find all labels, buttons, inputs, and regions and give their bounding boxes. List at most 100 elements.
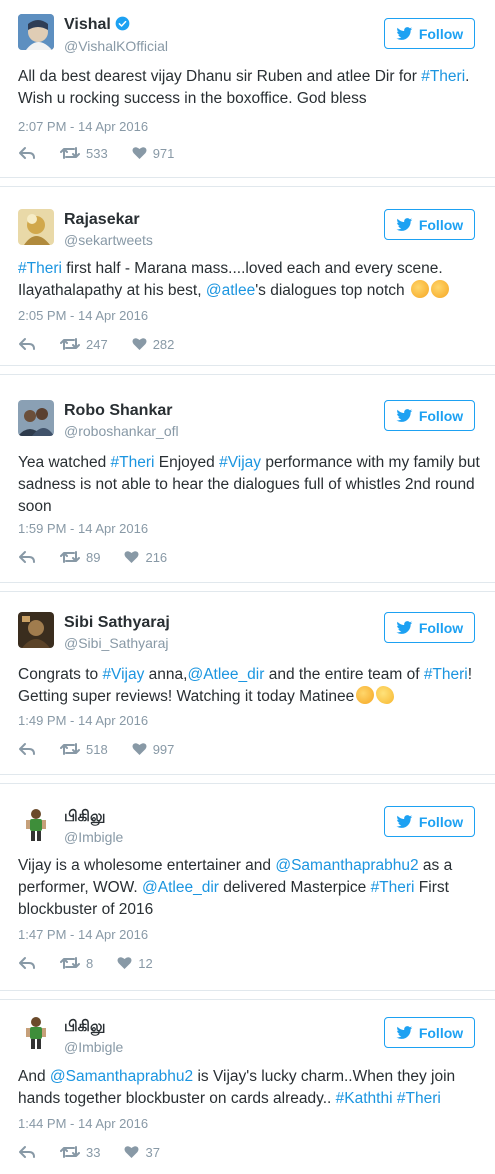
heart-icon bbox=[132, 147, 147, 159]
user-handle[interactable]: @sekartweets bbox=[64, 232, 153, 248]
tweet-divider bbox=[0, 365, 495, 375]
retweet-count: 533 bbox=[86, 145, 108, 161]
mention-link[interactable]: @Samanthaprabhu2 bbox=[275, 857, 418, 874]
user-handle[interactable]: @Sibi_Sathyaraj bbox=[64, 635, 169, 651]
user-handle[interactable]: @Imbigle bbox=[64, 829, 123, 845]
follow-button[interactable]: Follow bbox=[384, 209, 475, 240]
retweet-count: 247 bbox=[86, 336, 108, 352]
reply-button[interactable] bbox=[18, 146, 36, 160]
follow-button[interactable]: Follow bbox=[384, 1017, 475, 1048]
retweet-button[interactable]: 533 bbox=[60, 146, 108, 161]
mention-link[interactable]: @Atlee_dir bbox=[142, 879, 219, 896]
mention-link[interactable]: @atlee bbox=[206, 282, 255, 299]
avatar[interactable] bbox=[18, 14, 54, 50]
like-button[interactable]: 971 bbox=[132, 145, 175, 161]
smiling-face-emoji-icon bbox=[356, 686, 375, 704]
tweet-divider bbox=[0, 990, 495, 1000]
tweet-actions: 33 37 bbox=[18, 1142, 184, 1162]
hashtag-link[interactable]: #Theri bbox=[371, 879, 415, 896]
display-name[interactable]: பிகிலு bbox=[64, 808, 105, 827]
like-button[interactable]: 12 bbox=[117, 955, 153, 971]
retweet-button[interactable]: 8 bbox=[60, 956, 93, 971]
follow-label: Follow bbox=[418, 813, 464, 830]
tweet-timestamp[interactable]: 2:05 PM - 14 Apr 2016 bbox=[18, 308, 148, 323]
reply-button[interactable] bbox=[18, 550, 36, 564]
retweet-button[interactable]: 89 bbox=[60, 550, 100, 565]
twitter-bird-icon bbox=[396, 620, 413, 634]
retweet-icon bbox=[60, 551, 80, 563]
like-button[interactable]: 216 bbox=[124, 550, 167, 565]
hashtag-link[interactable]: #Theri bbox=[111, 454, 155, 471]
like-count: 12 bbox=[138, 955, 153, 971]
retweet-icon bbox=[60, 1146, 80, 1158]
reply-icon bbox=[19, 147, 35, 159]
hashtag-link[interactable]: #Theri bbox=[424, 666, 468, 683]
reply-icon bbox=[19, 743, 35, 755]
tweet-timestamp[interactable]: 1:49 PM - 14 Apr 2016 bbox=[18, 713, 148, 728]
hashtag-link[interactable]: #Kaththi bbox=[336, 1090, 393, 1107]
hashtag-link[interactable]: #Vijay bbox=[102, 666, 144, 683]
tweet-card: Sibi Sathyaraj @Sibi_Sathyaraj Follow Co… bbox=[0, 592, 495, 774]
hashtag-link[interactable]: #Theri bbox=[397, 1090, 441, 1107]
like-button[interactable]: 282 bbox=[132, 336, 175, 352]
avatar[interactable] bbox=[18, 209, 54, 245]
hashtag-link[interactable]: #Theri bbox=[18, 260, 62, 277]
tweet-timestamp[interactable]: 1:44 PM - 14 Apr 2016 bbox=[18, 1116, 148, 1131]
like-button[interactable]: 997 bbox=[132, 742, 174, 757]
retweet-button[interactable]: 33 bbox=[60, 1145, 100, 1160]
tweet-timestamp[interactable]: 2:07 PM - 14 Apr 2016 bbox=[18, 119, 148, 134]
mention-link[interactable]: @Atlee_dir bbox=[187, 666, 264, 683]
user-handle[interactable]: @Imbigle bbox=[64, 1039, 123, 1055]
retweet-count: 8 bbox=[86, 955, 94, 971]
follow-button[interactable]: Follow bbox=[384, 806, 475, 837]
twitter-bird-icon bbox=[396, 1025, 413, 1039]
avatar[interactable] bbox=[18, 400, 54, 436]
follow-button[interactable]: Follow bbox=[384, 612, 475, 643]
heart-icon bbox=[117, 957, 132, 969]
retweet-button[interactable]: 518 bbox=[60, 742, 108, 757]
retweet-icon bbox=[60, 338, 80, 350]
follow-button[interactable]: Follow bbox=[384, 400, 475, 431]
twitter-bird-icon bbox=[396, 408, 413, 422]
like-count: 971 bbox=[152, 145, 175, 161]
display-name[interactable]: Rajasekar bbox=[64, 211, 140, 229]
mention-link[interactable]: @Samanthaprabhu2 bbox=[50, 1068, 193, 1085]
hashtag-link[interactable]: #Vijay bbox=[219, 454, 261, 471]
twitter-bird-icon bbox=[396, 814, 413, 828]
reply-icon bbox=[19, 957, 35, 969]
avatar[interactable] bbox=[18, 806, 54, 842]
avatar[interactable] bbox=[18, 612, 54, 648]
hashtag-link[interactable]: #Theri bbox=[421, 68, 465, 85]
reply-button[interactable] bbox=[18, 956, 36, 970]
follow-label: Follow bbox=[418, 1024, 464, 1041]
like-button[interactable]: 37 bbox=[124, 1145, 160, 1160]
display-name[interactable]: Vishal bbox=[64, 16, 130, 34]
display-name[interactable]: பிகிலு bbox=[64, 1018, 105, 1037]
tweet-actions: 8 12 bbox=[18, 953, 177, 973]
tweet-divider bbox=[0, 582, 495, 592]
user-handle[interactable]: @VishalKOfficial bbox=[64, 38, 168, 54]
heart-icon bbox=[124, 1146, 139, 1158]
tweet-text: All da best dearest vijay Dhanu sir Rube… bbox=[18, 68, 470, 107]
user-handle[interactable]: @roboshankar_ofl bbox=[64, 423, 179, 439]
retweet-icon bbox=[60, 147, 80, 159]
heart-icon bbox=[124, 551, 139, 563]
verified-badge-icon bbox=[115, 16, 130, 31]
clapping-hands-emoji-icon bbox=[430, 280, 449, 298]
display-name[interactable]: Sibi Sathyaraj bbox=[64, 614, 170, 632]
twitter-bird-icon bbox=[396, 217, 413, 231]
reply-icon bbox=[19, 1146, 35, 1158]
tweet-card: பிகிலு @Imbigle Follow And @Samanthaprab… bbox=[0, 1000, 495, 1174]
avatar[interactable] bbox=[18, 1014, 54, 1050]
retweet-button[interactable]: 247 bbox=[60, 337, 108, 352]
reply-button[interactable] bbox=[18, 742, 36, 756]
like-count: 282 bbox=[152, 336, 175, 352]
reply-button[interactable] bbox=[18, 337, 36, 351]
display-name[interactable]: Robo Shankar bbox=[64, 402, 172, 420]
tweet-timestamp[interactable]: 1:47 PM - 14 Apr 2016 bbox=[18, 927, 148, 942]
tweet-timestamp[interactable]: 1:59 PM - 14 Apr 2016 bbox=[18, 521, 148, 536]
like-count: 216 bbox=[145, 549, 168, 565]
follow-button[interactable]: Follow bbox=[384, 18, 475, 49]
reply-button[interactable] bbox=[18, 1145, 36, 1159]
retweet-icon bbox=[60, 743, 80, 755]
